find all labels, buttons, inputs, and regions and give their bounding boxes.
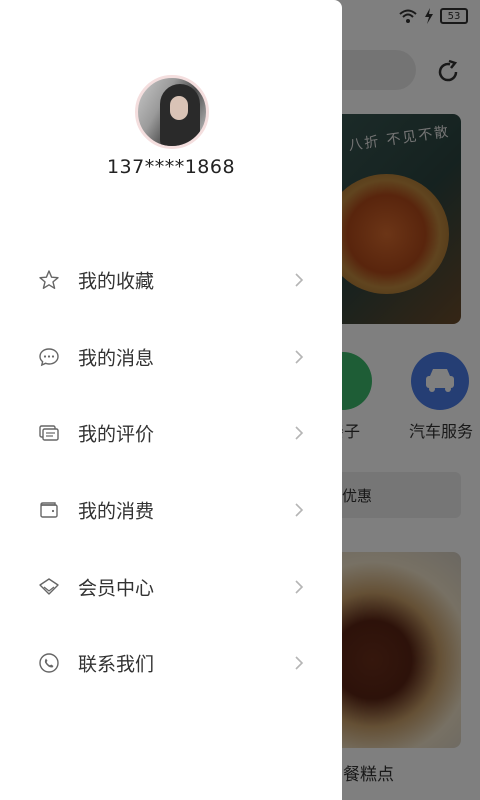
chevron-right-icon — [295, 656, 304, 670]
user-phone: 137****1868 — [106, 156, 236, 178]
phone-icon — [39, 653, 59, 673]
drawer-menu: 我的收藏 我的消息 我的评价 我的消费 会员中心 联系我们 — [0, 242, 342, 702]
side-drawer: 137****1868 我的收藏 我的消息 我的评价 我的消费 会员中心 联系我… — [0, 0, 342, 800]
menu-item-contact[interactable]: 联系我们 — [0, 625, 342, 702]
menu-item-spending[interactable]: 我的消费 — [0, 472, 342, 549]
diamond-icon — [39, 577, 59, 595]
menu-item-label: 联系我们 — [78, 653, 155, 676]
review-icon — [39, 425, 59, 442]
avatar-face — [170, 96, 188, 120]
menu-item-label: 会员中心 — [78, 577, 155, 600]
menu-item-label: 我的收藏 — [78, 270, 155, 293]
menu-item-membership[interactable]: 会员中心 — [0, 548, 342, 625]
chevron-right-icon — [295, 350, 304, 364]
menu-item-label: 我的消息 — [78, 347, 155, 370]
menu-item-messages[interactable]: 我的消息 — [0, 319, 342, 396]
menu-item-label: 我的评价 — [78, 423, 155, 446]
chevron-right-icon — [295, 580, 304, 594]
menu-item-favorites[interactable]: 我的收藏 — [0, 242, 342, 319]
chat-bubble-icon — [39, 348, 59, 367]
chevron-right-icon — [295, 426, 304, 441]
star-icon — [39, 270, 59, 290]
chevron-right-icon — [295, 503, 304, 517]
chevron-right-icon — [295, 273, 304, 287]
avatar[interactable] — [135, 75, 209, 149]
menu-item-reviews[interactable]: 我的评价 — [0, 395, 342, 472]
wallet-icon — [40, 502, 58, 518]
menu-item-label: 我的消费 — [78, 500, 155, 523]
